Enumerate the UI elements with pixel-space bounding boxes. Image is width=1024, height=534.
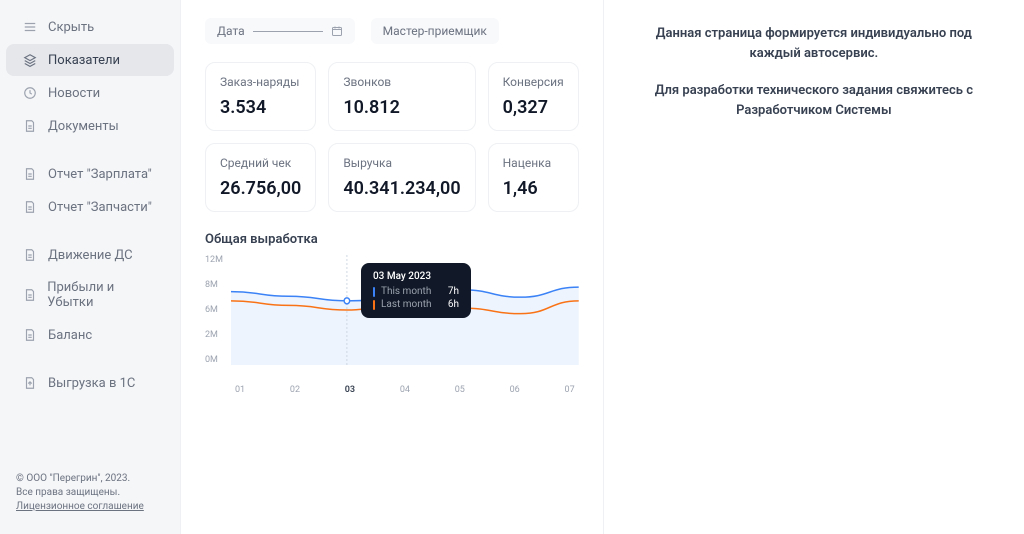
chart-title: Общая выработка (205, 232, 579, 247)
tooltip-row-2: Last month 6h (373, 299, 459, 310)
kpi-card-0: Заказ-наряды 3.534 (205, 62, 316, 131)
sidebar-item-8[interactable]: Баланс (6, 319, 174, 351)
sidebar-item-9[interactable]: Выгрузка в 1С (6, 367, 174, 399)
doc-icon (22, 166, 38, 182)
main-panel: Дата Мастер-приемщик Заказ-наряды 3.534 Зв… (180, 0, 603, 534)
kpi-value: 1,46 (503, 178, 564, 199)
kpi-card-2: Конверсия 0,327 (488, 62, 579, 131)
upload-icon (22, 375, 38, 391)
series-marker-1 (373, 287, 375, 297)
kpi-value: 0,327 (503, 97, 564, 118)
kpi-label: Средний чек (220, 156, 301, 170)
kpi-card-1: Звонков 10.812 (328, 62, 475, 131)
sidebar-item-label: Новости (48, 86, 100, 101)
clock-icon (22, 85, 38, 101)
sidebar-item-6[interactable]: Движение ДС (6, 239, 174, 271)
layers-icon (22, 52, 38, 68)
filter-master-label: Мастер-приемщик (383, 24, 487, 38)
kpi-value: 10.812 (343, 97, 460, 118)
series-marker-2 (373, 300, 375, 310)
chart-plot: 03 May 2023 This month 7h Last month 6h (231, 255, 579, 365)
sidebar-item-label: Отчет "Запчасти" (48, 200, 152, 215)
filter-date-label: Дата (217, 24, 245, 38)
kpi-value: 40.341.234,00 (343, 178, 460, 199)
chart-x-axis: 01020304050607 (231, 385, 579, 395)
doc-icon (22, 327, 38, 343)
doc-icon (22, 199, 38, 215)
chart: 12M8M6M2M0M 03 May 2023 This month 7h La… (205, 255, 579, 395)
copyright: © ООО "Перегрин", 2023. (16, 472, 164, 486)
kpi-label: Звонков (343, 75, 460, 89)
kpi-card-4: Выручка 40.341.234,00 (328, 143, 475, 212)
sidebar-item-label: Документы (48, 119, 119, 134)
info-text-1: Данная страница формируется индивидуальн… (632, 24, 996, 63)
sidebar-item-label: Прибыли и Убытки (47, 280, 158, 310)
filters: Дата Мастер-приемщик (205, 18, 579, 44)
calendar-icon (331, 25, 343, 37)
sidebar-item-label: Движение ДС (48, 248, 133, 263)
chart-y-axis: 12M8M6M2M0M (205, 255, 223, 365)
doc-icon (22, 247, 38, 263)
sidebar-item-3[interactable]: Документы (6, 110, 174, 142)
sidebar-footer: © ООО "Перегрин", 2023. Все права защище… (0, 462, 180, 524)
sidebar-item-label: Отчет "Зарплата" (48, 167, 152, 182)
sidebar-item-4[interactable]: Отчет "Зарплата" (6, 158, 174, 190)
kpi-grid: Заказ-наряды 3.534 Звонков 10.812 Конверсия 0… (205, 62, 579, 212)
kpi-value: 3.534 (220, 97, 301, 118)
kpi-label: Выручка (343, 156, 460, 170)
kpi-label: Конверсия (503, 75, 564, 89)
license-link[interactable]: Лицензионное соглашение (16, 500, 164, 514)
sidebar-item-label: Выгрузка в 1С (48, 376, 135, 391)
tooltip-date: 03 May 2023 (373, 271, 459, 282)
sidebar-item-5[interactable]: Отчет "Запчасти" (6, 191, 174, 223)
kpi-label: Заказ-наряды (220, 75, 301, 89)
kpi-value: 26.756,00 (220, 178, 301, 199)
doc-icon (22, 118, 38, 134)
chart-tooltip: 03 May 2023 This month 7h Last month 6h (361, 263, 471, 318)
menu-icon (22, 19, 38, 35)
sidebar-item-7[interactable]: Прибыли и Убытки (6, 272, 174, 318)
sidebar-item-1[interactable]: Показатели (6, 44, 174, 76)
kpi-card-3: Средний чек 26.756,00 (205, 143, 316, 212)
sidebar: Скрыть Показатели Новости Документы Отчет "З… (0, 0, 180, 534)
sidebar-item-label: Скрыть (48, 20, 94, 35)
kpi-label: Наценка (503, 156, 564, 170)
filter-master[interactable]: Мастер-приемщик (371, 18, 499, 44)
info-text-2: Для разработки технического задания свяж… (632, 81, 996, 120)
sidebar-item-0[interactable]: Скрыть (6, 11, 174, 43)
kpi-card-5: Наценка 1,46 (488, 143, 579, 212)
sidebar-item-2[interactable]: Новости (6, 77, 174, 109)
sidebar-item-label: Баланс (48, 328, 92, 343)
info-panel: Данная страница формируется индивидуальн… (603, 0, 1024, 534)
filter-date[interactable]: Дата (205, 18, 355, 44)
tooltip-row-1: This month 7h (373, 286, 459, 297)
sidebar-item-label: Показатели (48, 53, 120, 68)
rights: Все права защищены. (16, 486, 164, 500)
doc-icon (22, 287, 37, 303)
